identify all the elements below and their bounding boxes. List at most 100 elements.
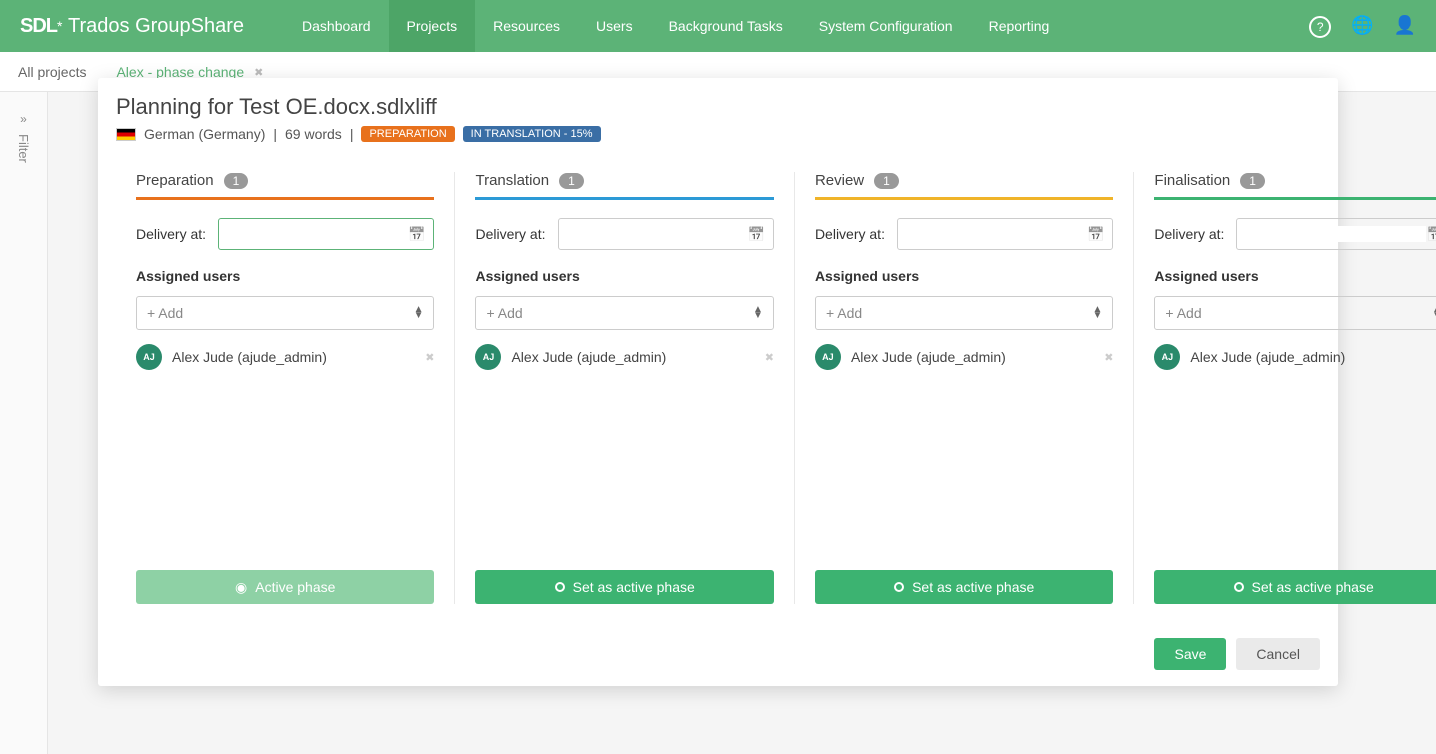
remove-user-icon[interactable] [1104,348,1113,366]
phase-spacer [136,370,434,570]
delivery-date-field[interactable] [906,226,1087,242]
avatar: AJ [815,344,841,370]
phases-row: Preparation 1 Delivery at: Assigned user… [98,154,1338,622]
calendar-icon[interactable] [1426,226,1436,243]
user-display-name: Alex Jude (ajude_admin) [1190,349,1433,365]
add-user-select[interactable]: + Add ▲▼ [475,296,773,330]
remove-user-icon[interactable] [425,348,434,366]
sort-icon: ▲▼ [753,307,763,319]
nav-resources[interactable]: Resources [475,0,578,52]
sort-icon: ▲▼ [414,307,424,319]
phase-color-bar [136,197,434,200]
delivery-date-input[interactable] [1236,218,1436,250]
phase-name-label: Finalisation [1154,172,1230,189]
phase-color-bar [815,197,1113,200]
phase-name-label: Preparation [136,172,214,189]
sort-icon: ▲▼ [1093,307,1103,319]
active-phase-label: Active phase [255,579,335,595]
phase-name-label: Review [815,172,864,189]
user-display-name: Alex Jude (ajude_admin) [172,349,415,365]
avatar: AJ [136,344,162,370]
set-active-phase-button[interactable]: Set as active phase [815,570,1113,604]
delivery-label: Delivery at: [136,226,206,242]
delivery-label: Delivery at: [475,226,545,242]
cancel-button[interactable]: Cancel [1236,638,1320,670]
modal-backdrop: Planning for Test OE.docx.sdlxliff Germa… [0,60,1436,754]
delivery-date-field[interactable] [227,226,408,242]
calendar-icon[interactable] [408,226,425,243]
user-display-name: Alex Jude (ajude_admin) [851,349,1094,365]
phase-color-bar [1154,197,1436,200]
assigned-users-label: Assigned users [136,268,434,284]
assigned-users-label: Assigned users [815,268,1113,284]
add-user-select[interactable]: + Add ▲▼ [815,296,1113,330]
phase-header: Review 1 [815,172,1113,197]
nav-background-tasks[interactable]: Background Tasks [651,0,801,52]
badge-preparation: PREPARATION [361,126,454,142]
assigned-user-chip: AJ Alex Jude (ajude_admin) [136,344,434,370]
target-icon [235,579,247,596]
avatar: AJ [1154,344,1180,370]
globe-icon[interactable] [1351,15,1373,38]
add-placeholder: + Add [147,305,183,321]
phase-count-badge: 1 [1240,173,1265,189]
set-active-label: Set as active phase [1252,579,1374,595]
delivery-date-field[interactable] [1245,226,1426,242]
set-active-label: Set as active phase [573,579,695,595]
nav-dashboard[interactable]: Dashboard [284,0,389,52]
set-active-phase-button[interactable]: Set as active phase [475,570,773,604]
user-icon[interactable] [1394,15,1416,38]
add-placeholder: + Add [486,305,522,321]
delivery-row: Delivery at: [1154,218,1436,250]
help-icon[interactable] [1309,15,1331,38]
brand-logo: SDL* Trados GroupShare [20,15,244,38]
nav-items: Dashboard Projects Resources Users Backg… [284,0,1067,52]
delivery-date-input[interactable] [897,218,1113,250]
phase-header: Finalisation 1 [1154,172,1436,197]
flag-germany-icon [116,128,136,141]
delivery-label: Delivery at: [815,226,885,242]
phase-preparation: Preparation 1 Delivery at: Assigned user… [116,172,455,604]
phase-spacer [815,370,1113,570]
phase-count-badge: 1 [874,173,899,189]
nav-reporting[interactable]: Reporting [971,0,1068,52]
brand-sdl: SDL [20,15,57,38]
delivery-label: Delivery at: [1154,226,1224,242]
circle-icon [555,582,565,592]
nav-users[interactable]: Users [578,0,651,52]
save-button[interactable]: Save [1154,638,1226,670]
nav-projects[interactable]: Projects [389,0,476,52]
delivery-date-input[interactable] [218,218,434,250]
phase-finalisation: Finalisation 1 Delivery at: Assigned use… [1134,172,1436,604]
sort-icon: ▲▼ [1432,307,1436,319]
delivery-row: Delivery at: [136,218,434,250]
delivery-row: Delivery at: [475,218,773,250]
delivery-date-input[interactable] [558,218,774,250]
word-count: 69 words [285,126,342,142]
badge-in-translation: IN TRANSLATION - 15% [463,126,601,142]
user-display-name: Alex Jude (ajude_admin) [511,349,754,365]
set-active-label: Set as active phase [912,579,1034,595]
phase-count-badge: 1 [224,173,249,189]
delivery-row: Delivery at: [815,218,1113,250]
modal-header: Planning for Test OE.docx.sdlxliff Germa… [98,78,1338,154]
assigned-user-chip: AJ Alex Jude (ajude_admin) [475,344,773,370]
remove-user-icon[interactable] [765,348,774,366]
calendar-icon[interactable] [1087,226,1104,243]
set-active-phase-button[interactable]: Set as active phase [1154,570,1436,604]
add-user-select[interactable]: + Add ▲▼ [1154,296,1436,330]
add-placeholder: + Add [1165,305,1201,321]
phase-name-label: Translation [475,172,549,189]
add-user-select[interactable]: + Add ▲▼ [136,296,434,330]
separator: | [350,126,354,142]
delivery-date-field[interactable] [567,226,748,242]
phase-review: Review 1 Delivery at: Assigned users + A… [795,172,1134,604]
calendar-icon[interactable] [748,226,765,243]
avatar: AJ [475,344,501,370]
circle-icon [894,582,904,592]
brand-name: Trados GroupShare [68,15,244,38]
separator: | [273,126,277,142]
nav-system-configuration[interactable]: System Configuration [801,0,971,52]
modal-subheader: German (Germany) | 69 words | PREPARATIO… [116,126,1320,142]
phase-count-badge: 1 [559,173,584,189]
